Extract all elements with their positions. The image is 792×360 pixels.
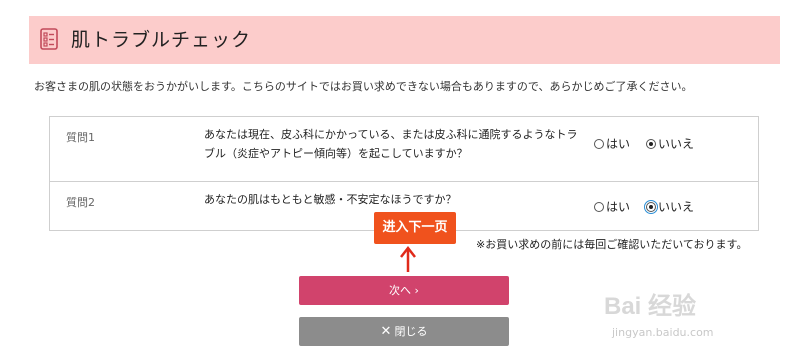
question-text: あなたの肌はもともと敏感・不安定なほうですか？ — [204, 193, 457, 206]
radio-button-icon[interactable] — [594, 139, 604, 149]
page-title: 肌トラブルチェック — [71, 29, 252, 51]
option-label: いいえ — [658, 137, 695, 151]
option-label: いいえ — [658, 200, 695, 214]
q2-no-option[interactable]: いいえ — [644, 199, 695, 215]
up-arrow-icon — [400, 245, 416, 272]
question-row-1: 質問1 あなたは現在、皮ふ科にかかっている、または皮ふ科に通院するようなトラブル… — [50, 117, 758, 182]
question-label: 質問1 — [66, 131, 95, 144]
question-label: 質問2 — [66, 196, 95, 209]
checklist-icon — [40, 28, 58, 50]
option-label: はい — [606, 200, 631, 214]
close-button-label: 閉じる — [394, 325, 428, 338]
radio-button-icon[interactable] — [644, 200, 658, 214]
next-button[interactable]: 次へ › — [299, 276, 509, 305]
radio-button-icon[interactable] — [646, 139, 656, 149]
close-button[interactable]: ✕ 閉じる — [299, 317, 509, 346]
q1-no-option[interactable]: いいえ — [646, 136, 694, 152]
next-button-label: 次へ › — [389, 284, 419, 297]
radio-button-icon[interactable] — [594, 202, 604, 212]
q2-yes-option[interactable]: はい — [594, 199, 630, 215]
next-page-callout: 进入下一页 — [374, 212, 456, 244]
close-icon: ✕ — [380, 324, 392, 339]
q1-yes-option[interactable]: はい — [594, 136, 630, 152]
watermark-logo: Bai 经验 — [604, 293, 697, 320]
confirmation-note: ※お買い求めの前には毎回ご確認いただいております。 — [476, 238, 748, 251]
option-label: はい — [606, 137, 631, 151]
question-text: あなたは現在、皮ふ科にかかっている、または皮ふ科に通院するようなトラブル（炎症や… — [204, 128, 578, 160]
watermark-url: jingyan.baidu.com — [612, 326, 714, 339]
page-header: 肌トラブルチェック — [29, 16, 780, 64]
intro-text: お客さまの肌の状態をおうかがいします。こちらのサイトではお買い求めできない場合も… — [34, 80, 693, 93]
